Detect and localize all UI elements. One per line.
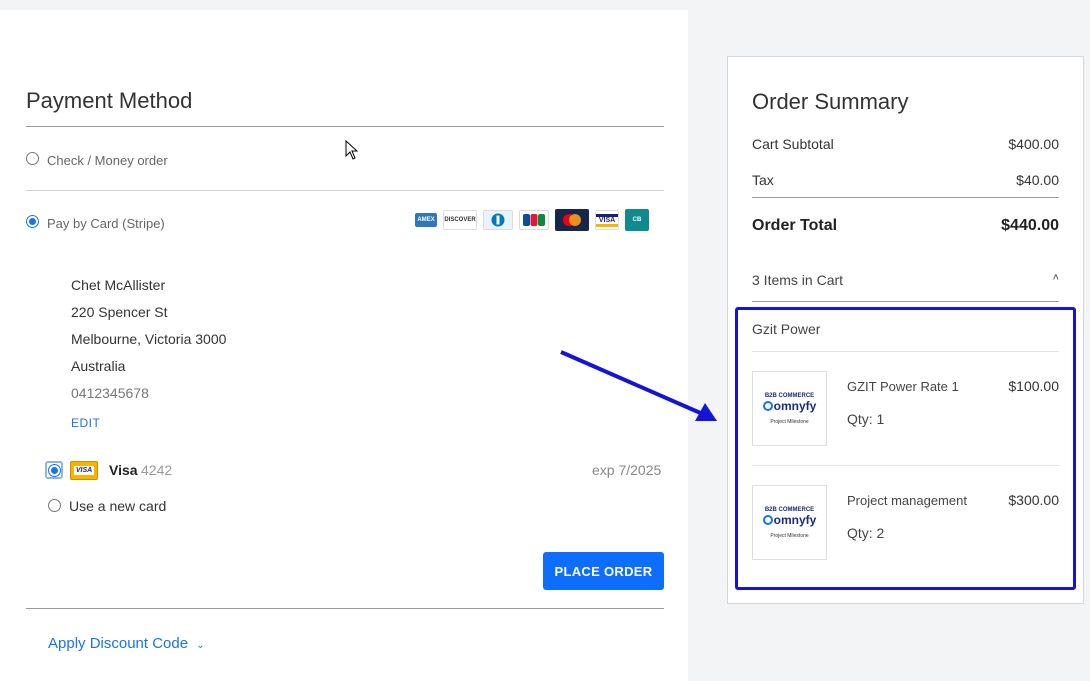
product-divider bbox=[752, 465, 1059, 466]
pay-by-card-radio[interactable] bbox=[26, 215, 39, 228]
address-name: Chet McAllister bbox=[71, 277, 166, 293]
subtotal-row: Cart Subtotal $400.00 bbox=[752, 136, 1059, 152]
order-total-row: Order Total $440.00 bbox=[752, 217, 1059, 235]
omnyfy-ring-icon bbox=[762, 514, 773, 525]
product-thumbnail: B2B COMMERCE omnyfy Project Milestone bbox=[752, 371, 827, 446]
address-street: 220 Spencer St bbox=[71, 304, 168, 320]
order-total-value: $440.00 bbox=[1001, 217, 1059, 234]
omnyfy-logo: omnyfy bbox=[762, 398, 817, 413]
product-qty: Qty: 1 bbox=[847, 411, 885, 427]
total-divider bbox=[752, 197, 1059, 198]
pay-by-card-label[interactable]: Pay by Card (Stripe) bbox=[47, 216, 165, 231]
discount-divider bbox=[26, 608, 664, 609]
apply-discount-toggle[interactable]: Apply Discount Code ⌄ bbox=[48, 635, 204, 652]
check-money-order-label[interactable]: Check / Money order bbox=[47, 153, 168, 168]
omnyfy-ring-icon bbox=[762, 400, 773, 411]
diners-icon bbox=[483, 210, 513, 230]
thumb-brand: omnyfy bbox=[773, 398, 817, 413]
items-in-cart-toggle[interactable]: 3 Items in Cart ˄ bbox=[752, 272, 1059, 288]
items-in-cart-label: 3 Items in Cart bbox=[752, 272, 844, 288]
product-price: $100.00 bbox=[1008, 378, 1059, 394]
jcb-icon bbox=[519, 210, 549, 230]
order-total-label: Order Total bbox=[752, 217, 838, 234]
vendor-name: Gzit Power bbox=[752, 321, 821, 337]
apply-discount-label: Apply Discount Code bbox=[48, 635, 189, 652]
mastercard-icon bbox=[555, 209, 589, 231]
chevron-up-icon: ˄ bbox=[1052, 272, 1059, 284]
cb-icon: CB bbox=[625, 209, 649, 231]
card-brand-icons: AMEX DISCOVER VISA CB bbox=[415, 209, 649, 231]
visa-card-icon-label: VISA bbox=[73, 466, 95, 475]
edit-address-link[interactable]: EDIT bbox=[71, 416, 100, 430]
saved-card-radio[interactable] bbox=[48, 464, 61, 477]
visa-icon: VISA bbox=[595, 210, 619, 230]
vendor-divider bbox=[752, 351, 1059, 352]
option-divider bbox=[26, 190, 664, 191]
tax-row: Tax $40.00 bbox=[752, 172, 1059, 188]
saved-card-last4: 4242 bbox=[141, 462, 173, 478]
mouse-cursor-icon bbox=[345, 140, 359, 160]
omnyfy-logo: omnyfy bbox=[762, 512, 817, 527]
saved-card-expiry: exp 7/2025 bbox=[592, 462, 662, 478]
address-country: Australia bbox=[71, 358, 126, 374]
subtotal-value: $400.00 bbox=[1008, 136, 1059, 152]
check-money-order-radio[interactable] bbox=[26, 152, 39, 165]
items-divider bbox=[752, 301, 1059, 302]
tax-label: Tax bbox=[752, 172, 774, 188]
thumb-line3: Project Milestone bbox=[770, 532, 809, 539]
thumb-line3: Project Milestone bbox=[770, 418, 809, 425]
product-name: GZIT Power Rate 1 bbox=[847, 379, 959, 394]
address-city: Melbourne, Victoria 3000 bbox=[71, 331, 227, 347]
place-order-button[interactable]: PLACE ORDER bbox=[543, 552, 664, 590]
chevron-down-icon: ⌄ bbox=[196, 640, 205, 651]
new-card-radio[interactable] bbox=[48, 499, 61, 512]
visa-icon-label: VISA bbox=[598, 216, 616, 224]
discover-icon: DISCOVER bbox=[443, 210, 477, 230]
subtotal-label: Cart Subtotal bbox=[752, 136, 834, 152]
product-name: Project management bbox=[847, 493, 967, 508]
visa-card-icon: VISA bbox=[70, 461, 98, 480]
product-qty: Qty: 2 bbox=[847, 525, 885, 541]
product-thumbnail: B2B COMMERCE omnyfy Project Milestone bbox=[752, 485, 827, 560]
new-card-label[interactable]: Use a new card bbox=[69, 498, 166, 514]
tax-value: $40.00 bbox=[1016, 172, 1059, 188]
amex-icon: AMEX bbox=[415, 213, 437, 227]
saved-card-brand: Visa bbox=[109, 462, 138, 478]
annotation-arrow-icon bbox=[560, 350, 717, 421]
address-phone: 0412345678 bbox=[71, 385, 149, 401]
product-price: $300.00 bbox=[1008, 492, 1059, 508]
payment-method-title: Payment Method bbox=[26, 88, 193, 113]
title-divider bbox=[26, 126, 664, 127]
discover-icon-label: DISCOVER bbox=[444, 217, 476, 223]
order-summary-title: Order Summary bbox=[752, 89, 909, 114]
thumb-brand: omnyfy bbox=[773, 512, 817, 527]
